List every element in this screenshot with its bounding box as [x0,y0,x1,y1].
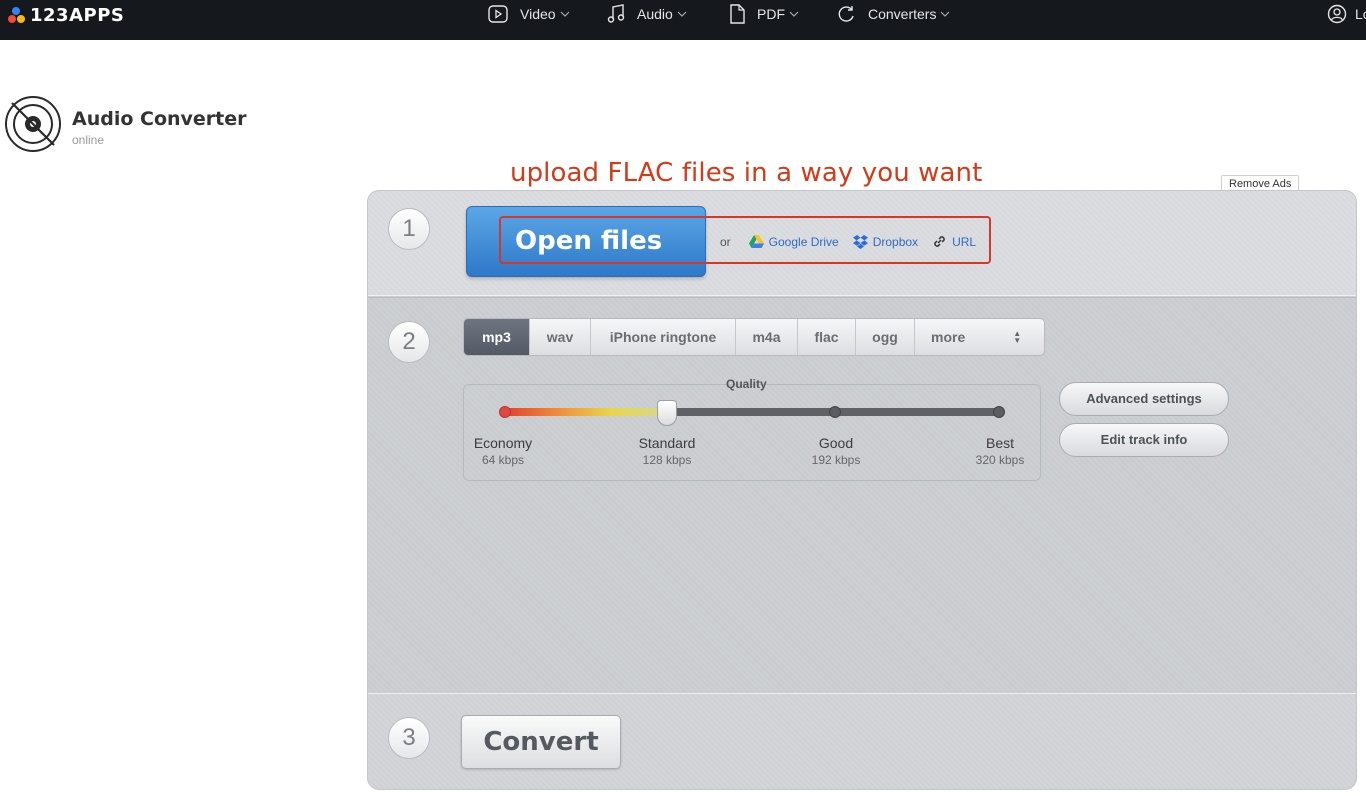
chevron-down-icon [560,11,569,17]
quality-level-name: Best [985,435,1014,451]
nav-video-label: Video [520,6,556,22]
slider-stop-good[interactable] [829,406,841,418]
document-icon [730,4,745,24]
quality-label: Quality [726,377,767,391]
quality-slider-fill [501,408,665,416]
step-3-section: 3 Convert [368,693,1356,789]
logo[interactable]: 123APPS [8,4,124,26]
dropbox-icon [852,234,868,249]
login-label: Lo [1355,6,1366,22]
url-label: URL [952,234,977,249]
chevron-down-icon [677,11,687,17]
refresh-icon [838,6,854,22]
tab-wav[interactable]: wav [530,319,591,355]
google-drive-link[interactable]: Google Drive [748,234,839,249]
app-subtitle: online [72,133,105,147]
disc-icon [5,96,61,152]
music-note-icon [607,4,625,23]
converter-panel: 1 Open files or Google Drive Dropbox URL… [367,190,1357,790]
dropbox-link[interactable]: Dropbox [852,234,919,249]
quality-level-name: Economy [473,435,533,451]
quality-slider-box: Quality Economy 64 kbps Standard 128 kbp… [463,377,1041,481]
nav-pdf-label: PDF [757,6,785,22]
quality-level-bitrate: 64 kbps [481,453,525,467]
quality-level-good: Good 192 kbps [791,435,881,467]
nav-video[interactable]: Video [488,4,570,24]
upload-headline: upload FLAC files in a way you want [510,158,983,188]
alternative-sources: or Google Drive Dropbox URL [720,234,990,249]
quality-level-name: Standard [638,435,696,451]
tab-more-label: more [931,329,966,345]
quality-level-bitrate: 128 kbps [642,453,692,467]
format-tabs: mp3 wav iPhone ringtone m4a flac ogg mor… [463,318,1045,356]
nav-pdf[interactable]: PDF [729,4,799,24]
chevron-down-icon [941,11,950,17]
quality-level-bitrate: 320 kbps [975,453,1025,467]
url-link[interactable]: URL [932,234,976,249]
chevron-down-icon [789,11,799,17]
sort-arrows-icon: ▲ ▼ [1013,329,1022,345]
nav-audio[interactable]: Audio [607,4,687,24]
google-drive-label: Google Drive [768,234,839,249]
tab-iphone-ringtone[interactable]: iPhone ringtone [591,319,736,355]
top-navigation-bar: 123APPS Video Audio PDF Converters Lo [0,0,1366,40]
tab-flac[interactable]: flac [798,319,856,355]
nav-converters[interactable]: Converters [836,4,950,24]
tab-ogg[interactable]: ogg [856,319,915,355]
edit-track-info-button[interactable]: Edit track info [1059,423,1229,457]
slider-stop-best[interactable] [993,406,1005,418]
quality-slider-handle[interactable] [657,400,677,426]
slider-stop-economy[interactable] [499,406,511,418]
step-1-section: 1 Open files or Google Drive Dropbox URL [368,191,1356,296]
logo-dots-icon [8,5,28,25]
nav-audio-label: Audio [637,6,673,22]
nav-converters-label: Converters [868,6,937,22]
login-link[interactable]: Lo [1327,4,1366,24]
step-1-number: 1 [388,208,430,250]
logo-text: 123APPS [30,4,125,26]
or-label: or [720,234,731,249]
convert-button[interactable]: Convert [461,715,621,769]
video-icon [488,5,508,23]
app-title: Audio Converter [72,108,247,130]
tab-mp3[interactable]: mp3 [464,319,530,355]
step-2-section: 2 mp3 wav iPhone ringtone m4a flac ogg m… [368,297,1356,693]
advanced-settings-button[interactable]: Advanced settings [1059,382,1229,416]
tab-more[interactable]: more ▲ ▼ [915,319,1044,355]
step-2-number: 2 [388,321,430,363]
dropbox-label: Dropbox [872,234,919,249]
google-drive-icon [748,235,764,248]
step-3-number: 3 [388,717,430,759]
quality-level-best: Best 320 kbps [955,435,1045,467]
quality-level-bitrate: 192 kbps [811,453,861,467]
quality-level-name: Good [818,435,854,451]
quality-level-standard: Standard 128 kbps [622,435,712,467]
tab-m4a[interactable]: m4a [736,319,798,355]
link-icon [934,236,945,247]
quality-level-economy: Economy 64 kbps [458,435,548,467]
user-icon [1327,4,1347,24]
